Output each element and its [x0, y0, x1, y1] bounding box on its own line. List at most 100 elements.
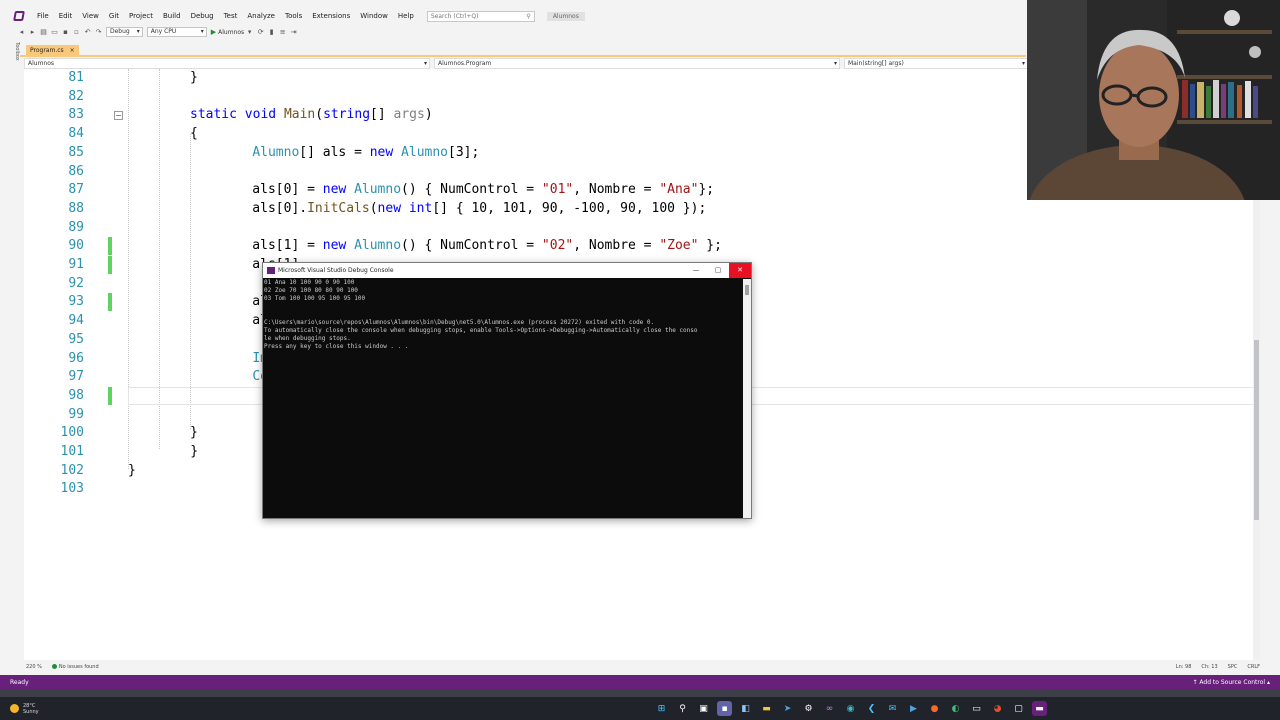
settings-icon[interactable]: ⚙ [801, 701, 816, 716]
line-number: 102 [60, 462, 84, 478]
code-line[interactable]: 90 als[1] = new Alumno() { NumControl = … [24, 237, 1250, 256]
window-edge [0, 689, 1280, 697]
menu-file[interactable]: File [32, 8, 54, 24]
line-number: 98 [68, 387, 84, 403]
forward-icon[interactable]: ▸ [29, 28, 36, 36]
menu-debug[interactable]: Debug [186, 8, 219, 24]
presenter-video-image [1027, 0, 1280, 200]
indent-icon[interactable]: ⇥ [290, 28, 297, 36]
chat-icon[interactable]: ▪ [717, 701, 732, 716]
navigation-bar: Alumnos Alumnos.Program Main(string[] ar… [24, 58, 1028, 69]
save-icon[interactable]: ▪ [62, 28, 69, 36]
save-all-icon[interactable]: ▫ [73, 28, 80, 36]
issues-label: No issues found [58, 663, 99, 670]
code-text[interactable]: } [128, 462, 136, 481]
close-button[interactable]: ✕ [729, 263, 751, 278]
menu-build[interactable]: Build [158, 8, 186, 24]
console-scrollbar[interactable] [743, 279, 751, 518]
close-icon[interactable]: × [70, 45, 75, 56]
configuration-dropdown[interactable]: Debug [106, 27, 143, 37]
weather-condition: Sunny [23, 708, 39, 715]
console-title-bar[interactable]: Microsoft Visual Studio Debug Console [263, 263, 751, 278]
code-text[interactable]: als[0].InitCals(new int[] { 10, 101, 90,… [221, 200, 706, 219]
new-file-icon[interactable]: ▤ [40, 28, 47, 36]
code-line[interactable]: 88 als[0].InitCals(new int[] { 10, 101, … [24, 200, 1250, 219]
firefox-icon[interactable]: ◕ [990, 701, 1005, 716]
vscode-icon[interactable]: ❮ [864, 701, 879, 716]
menu-view[interactable]: View [77, 8, 104, 24]
debug-console-window[interactable]: Microsoft Visual Studio Debug Console — … [262, 262, 752, 519]
check-icon [51, 663, 57, 669]
code-text[interactable]: static void Main(string[] args) [190, 106, 433, 125]
hot-reload-icon[interactable]: ⟳ [257, 28, 264, 36]
comment-icon[interactable]: ≡ [279, 28, 286, 36]
line-number: 97 [68, 369, 84, 385]
file-explorer-icon[interactable]: ▬ [759, 701, 774, 716]
toolbox-tab[interactable]: Toolbox [10, 42, 20, 72]
platform-dropdown[interactable]: Any CPU [146, 27, 207, 37]
code-text[interactable]: } [190, 69, 198, 88]
member-dropdown[interactable]: Main(string[] args) [844, 58, 1028, 69]
open-folder-icon[interactable]: ▭ [51, 28, 58, 36]
tab-program-cs[interactable]: Program.cs × [26, 45, 79, 56]
menu-edit[interactable]: Edit [54, 8, 78, 24]
code-text[interactable]: Alumno[] als = new Alumno[3]; [221, 144, 479, 163]
back-icon[interactable]: ◂ [18, 28, 25, 36]
line-number: 95 [68, 331, 84, 347]
debug-console-taskbar-icon[interactable]: ▬ [1032, 701, 1047, 716]
scrollbar-thumb[interactable] [1254, 340, 1259, 520]
minimize-icon[interactable]: — [685, 263, 707, 278]
line-number: 99 [68, 406, 84, 422]
editor-vertical-scrollbar[interactable] [1253, 200, 1260, 660]
undo-icon[interactable]: ↶ [84, 28, 91, 36]
project-dropdown[interactable]: Alumnos [24, 58, 430, 69]
whitespace-mode[interactable]: SPC [1228, 664, 1238, 670]
photos-icon[interactable]: ▭ [969, 701, 984, 716]
search-icon[interactable]: ⚲ [675, 701, 690, 716]
line-number: Ln: 98 [1175, 663, 1192, 670]
menu-test[interactable]: Test [219, 8, 243, 24]
code-text[interactable]: als[0] = new Alumno() { NumControl = "01… [221, 181, 714, 200]
task-view-icon[interactable]: ▣ [696, 701, 711, 716]
start-debugging-button[interactable]: ▶ Alumnos ▾ [211, 28, 253, 36]
menu-analyze[interactable]: Analyze [242, 8, 280, 24]
maximize-icon[interactable]: ▢ [707, 263, 729, 278]
app-orange-icon[interactable]: ● [927, 701, 942, 716]
code-text[interactable]: als[1] = new Alumno() { NumControl = "02… [221, 237, 722, 256]
telegram-icon[interactable]: ➤ [780, 701, 795, 716]
weather-widget[interactable]: 28°C Sunny [10, 703, 39, 715]
visual-studio-icon[interactable]: ∞ [822, 701, 837, 716]
document-tabs: Program.cs × [20, 45, 1026, 57]
line-number: 81 [68, 70, 84, 85]
line-number: 83 [68, 107, 84, 123]
code-line[interactable]: 89 [24, 219, 1250, 238]
class-dropdown[interactable]: Alumnos.Program [434, 58, 840, 69]
mail-icon[interactable]: ✉ [885, 701, 900, 716]
menu-extensions[interactable]: Extensions [307, 8, 355, 24]
edge-icon[interactable]: ◉ [843, 701, 858, 716]
issues-indicator[interactable]: No issues found [51, 663, 99, 670]
menu-project[interactable]: Project [124, 8, 158, 24]
terminal-icon[interactable]: ▶ [906, 701, 921, 716]
grammarly-icon[interactable]: ◐ [948, 701, 963, 716]
scrollbar-thumb[interactable] [745, 285, 749, 295]
line-ending[interactable]: CRLF [1247, 664, 1260, 670]
start-menu-icon[interactable]: ⊞ [654, 701, 669, 716]
search-input[interactable]: Search (Ctrl+Q) ⚲ [426, 10, 535, 22]
code-text[interactable]: } [159, 443, 198, 462]
menu-git[interactable]: Git [104, 8, 124, 24]
menu-help[interactable]: Help [393, 8, 419, 24]
menu-tools[interactable]: Tools [280, 8, 307, 24]
add-to-source-control-button[interactable]: ↑ Add to Source Control ▴ [1192, 679, 1270, 686]
bookmark-icon[interactable]: ▮ [268, 28, 275, 36]
widgets-icon[interactable]: ◧ [738, 701, 753, 716]
sun-icon [10, 704, 19, 713]
redo-icon[interactable]: ↷ [95, 28, 102, 36]
code-text[interactable]: { [190, 125, 198, 144]
zoom-level[interactable]: 220 % [26, 664, 42, 670]
menu-window[interactable]: Window [355, 8, 393, 24]
code-text[interactable]: } [190, 424, 198, 443]
webcam-overlay [1027, 0, 1280, 200]
solution-name-badge[interactable]: Alumnos [546, 11, 585, 21]
snipping-tool-icon[interactable]: ▢ [1011, 701, 1026, 716]
